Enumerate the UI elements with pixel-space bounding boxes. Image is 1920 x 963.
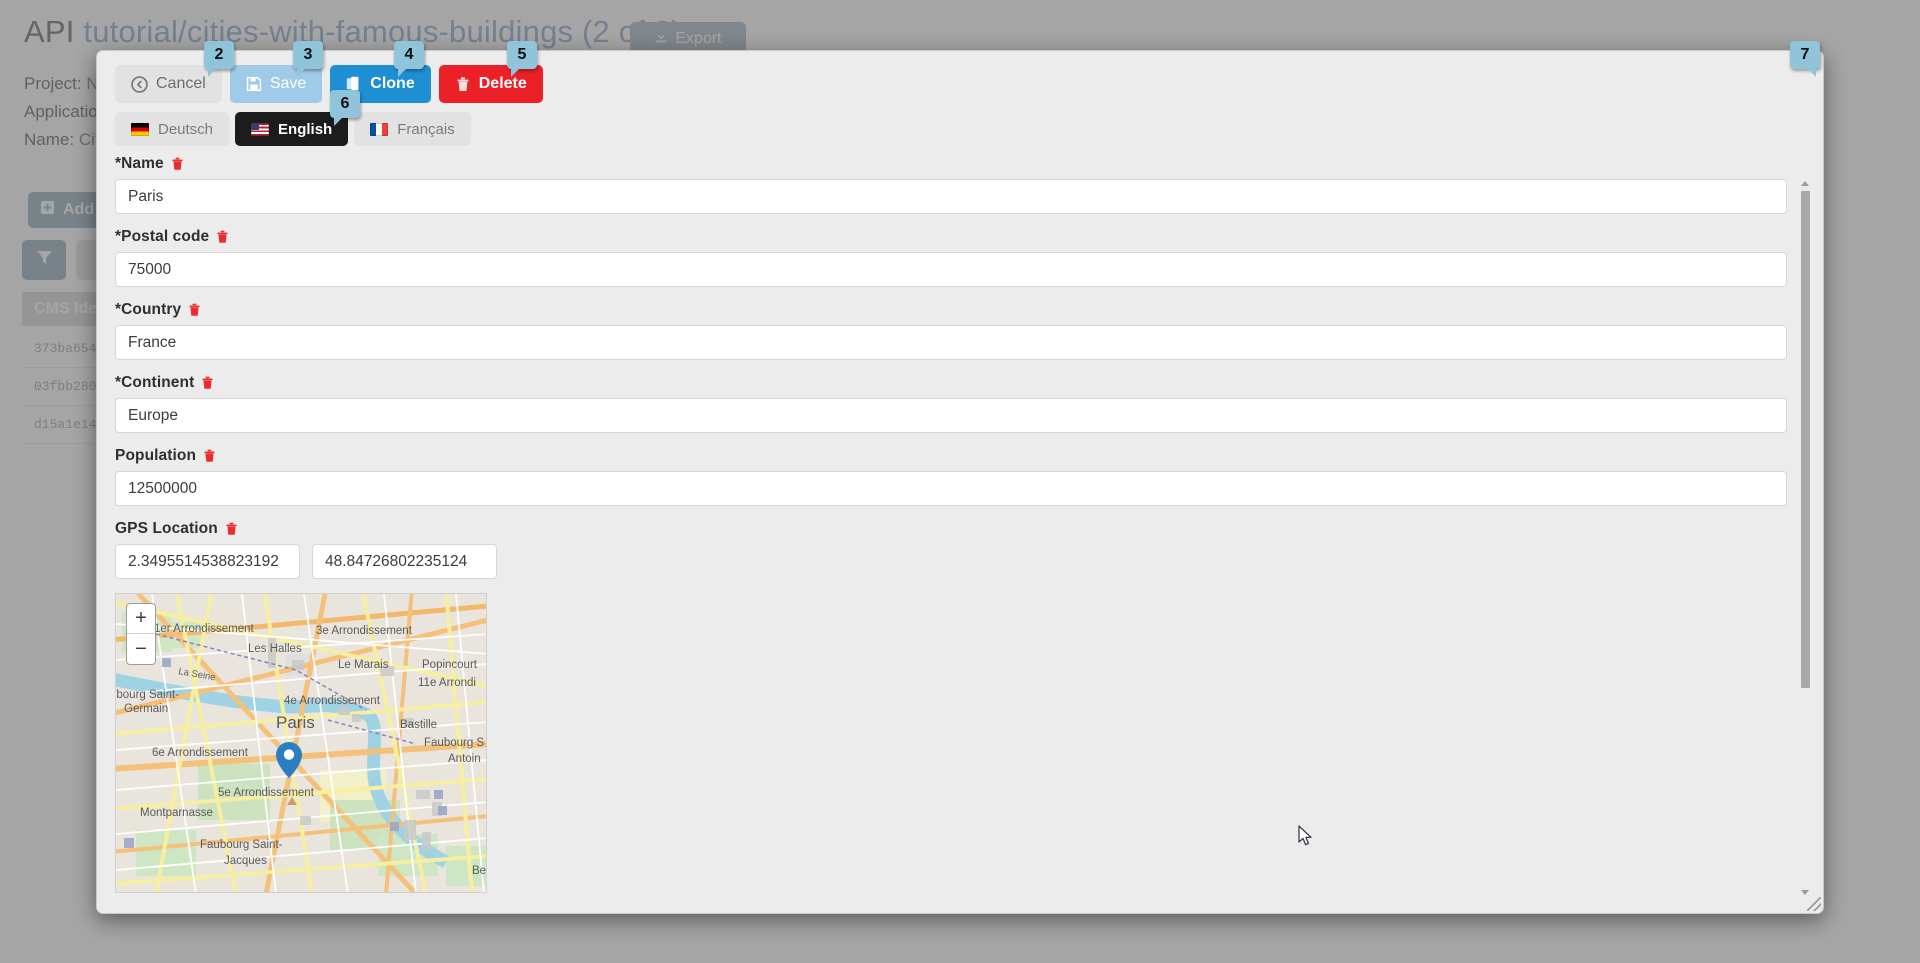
field-name: *Name: [115, 155, 1787, 214]
cancel-button-label: Cancel: [156, 75, 206, 92]
flag-us-icon: [251, 122, 270, 136]
svg-text:Bastille: Bastille: [400, 719, 437, 731]
trash-icon[interactable]: [203, 449, 216, 463]
language-tab-francais[interactable]: Français: [354, 112, 471, 146]
svg-text:Les Halles: Les Halles: [248, 643, 302, 655]
field-label-text: *Country: [115, 301, 182, 318]
field-population-label: Population: [115, 447, 1787, 465]
field-postal-code: *Postal code: [115, 228, 1787, 287]
postal-code-input[interactable]: [115, 252, 1787, 287]
name-input[interactable]: [115, 179, 1787, 214]
screen: API tutorial/cities-with-famous-building…: [0, 0, 1920, 963]
field-continent: *Continent: [115, 374, 1787, 433]
flag-fr-icon: [370, 122, 389, 136]
save-button[interactable]: Save: [229, 65, 323, 103]
map-zoom-in-button[interactable]: +: [127, 604, 155, 634]
back-circle-icon: [131, 75, 148, 93]
field-label-text: *Name: [115, 155, 164, 172]
field-gps-location-label: GPS Location: [115, 520, 1787, 538]
field-country: *Country: [115, 301, 1787, 360]
field-gps-location: GPS Location 2.3495514538823192 48.84726…: [115, 520, 1787, 893]
trash-icon: [455, 76, 471, 93]
svg-text:Ber: Ber: [472, 865, 487, 877]
gps-inputs: [115, 544, 1787, 579]
annotation-badge-3: 3: [293, 41, 323, 77]
save-button-label: Save: [269, 75, 307, 92]
trash-icon[interactable]: [201, 376, 214, 390]
svg-text:1er Arrondissement: 1er Arrondissement: [154, 623, 255, 635]
svg-text:Germain: Germain: [124, 703, 168, 715]
continent-input[interactable]: [115, 398, 1787, 433]
annotation-badge-5: 5: [507, 41, 537, 77]
svg-text:Faubourg S: Faubourg S: [424, 737, 484, 749]
svg-text:Antoin: Antoin: [448, 753, 481, 765]
trash-icon[interactable]: [171, 157, 184, 171]
svg-text:6e Arrondissement: 6e Arrondissement: [152, 747, 249, 759]
field-name-label: *Name: [115, 155, 1787, 173]
annotation-badge-6: 6: [330, 90, 360, 126]
scroll-up-arrow-icon[interactable]: [1801, 181, 1809, 186]
svg-text:ubourg Saint-: ubourg Saint-: [116, 689, 179, 701]
svg-text:Montparnasse: Montparnasse: [140, 807, 213, 819]
map-zoom-out-button[interactable]: −: [127, 634, 155, 664]
svg-text:11e Arrondi: 11e Arrondi: [418, 677, 476, 689]
field-postal-code-label: *Postal code: [115, 228, 1787, 246]
svg-text:Popincourt: Popincourt: [422, 659, 478, 671]
svg-text:Jacques: Jacques: [224, 855, 267, 867]
language-tab-label: Deutsch: [158, 120, 214, 138]
scrollbar-thumb[interactable]: [1801, 191, 1810, 688]
edit-record-modal: Cancel Save Clone Delete Deutsch English…: [96, 50, 1824, 914]
field-population: Population: [115, 447, 1787, 506]
country-input[interactable]: [115, 325, 1787, 360]
cancel-button[interactable]: Cancel: [115, 65, 222, 103]
modal-scrollbar[interactable]: [1799, 181, 1813, 895]
delete-button[interactable]: Delete: [438, 65, 543, 103]
field-label-text: *Continent: [115, 374, 195, 391]
scroll-down-arrow-icon[interactable]: [1801, 890, 1809, 895]
svg-text:3e Arrondissement: 3e Arrondissement: [316, 625, 413, 637]
svg-text:4e Arrondissement: 4e Arrondissement: [284, 695, 381, 707]
longitude-input[interactable]: [115, 544, 300, 579]
map-zoom-controls: + −: [126, 603, 156, 665]
annotation-badge-7: 7: [1790, 41, 1820, 77]
annotation-badge-2: 2: [204, 41, 234, 77]
trash-icon[interactable]: [225, 522, 238, 536]
field-continent-label: *Continent: [115, 374, 1787, 392]
annotation-badge-4: 4: [394, 41, 424, 77]
flag-de-icon: [131, 122, 149, 136]
language-tabs: Deutsch English Français: [115, 112, 1805, 146]
svg-text:5e Arrondissement: 5e Arrondissement: [218, 787, 315, 799]
latitude-input[interactable]: [312, 544, 497, 579]
resize-grip-icon[interactable]: [1807, 897, 1821, 911]
trash-icon[interactable]: [188, 303, 201, 317]
delete-button-label: Delete: [478, 75, 527, 92]
clone-button-label: Clone: [370, 75, 415, 92]
population-input[interactable]: [115, 471, 1787, 506]
field-label-text: GPS Location: [115, 520, 218, 537]
language-tab-label: Français: [397, 120, 455, 138]
modal-toolbar: Cancel Save Clone Delete: [115, 65, 1805, 103]
record-form: *Name *Postal code: [115, 155, 1787, 901]
language-tab-label: English: [278, 120, 333, 138]
floppy-disk-icon: [246, 76, 262, 92]
trash-icon[interactable]: [216, 230, 229, 244]
svg-text:Paris: Paris: [276, 713, 315, 732]
svg-text:Faubourg Saint-: Faubourg Saint-: [200, 839, 283, 851]
field-label-text: *Postal code: [115, 228, 210, 245]
svg-text:Le Marais: Le Marais: [338, 659, 389, 671]
field-label-text: Population: [115, 447, 197, 464]
location-map[interactable]: 1er Arrondissement 3e Arrondissement Les…: [115, 593, 487, 893]
language-tab-deutsch[interactable]: Deutsch: [115, 112, 230, 146]
field-country-label: *Country: [115, 301, 1787, 319]
